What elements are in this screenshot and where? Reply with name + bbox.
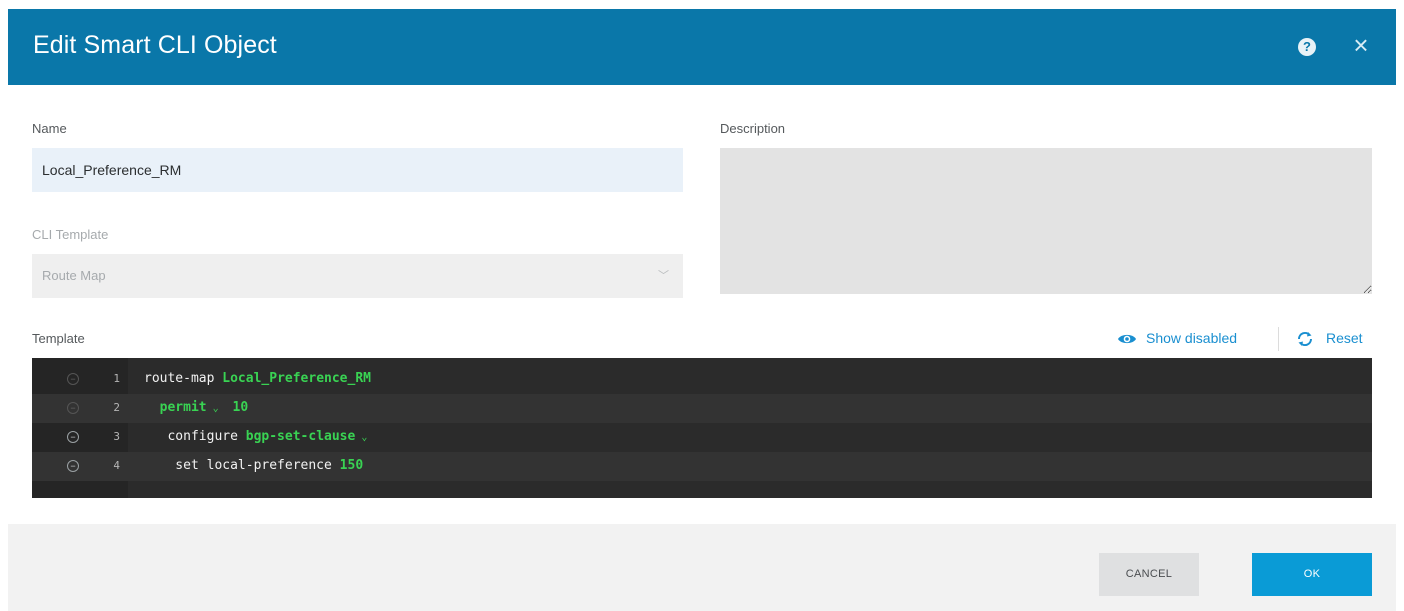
name-label: Name (32, 121, 67, 136)
code-line: − 4 set local-preference 150 (32, 452, 1372, 481)
code-line: − 2 permit ⌄ 10 (32, 394, 1372, 423)
bgp-set-clause-dropdown[interactable]: bgp-set-clause (246, 429, 356, 444)
cli-template-value: Route Map (42, 268, 106, 283)
dialog-title: Edit Smart CLI Object (33, 31, 277, 59)
question-circle-icon[interactable]: ? (1298, 38, 1316, 56)
show-disabled-link[interactable]: Show disabled (1146, 330, 1237, 346)
cli-template-label: CLI Template (32, 227, 109, 242)
fold-toggle-icon[interactable]: − (67, 402, 79, 414)
code-text: route-map Local_Preference_RM (144, 371, 371, 386)
fold-toggle-icon[interactable]: − (67, 460, 79, 472)
dialog-header: Edit Smart CLI Object ? × (8, 9, 1396, 85)
local-preference-value[interactable]: 150 (340, 458, 363, 473)
line-number: 4 (113, 459, 120, 472)
description-label: Description (720, 121, 786, 136)
line-number: 3 (113, 430, 120, 443)
ok-button[interactable]: OK (1252, 553, 1372, 596)
fold-toggle-icon[interactable]: − (67, 373, 79, 385)
chevron-down-icon: ﹀ (658, 270, 669, 282)
name-input[interactable] (32, 148, 683, 192)
template-label: Template (32, 331, 85, 346)
chevron-down-icon[interactable]: ⌄ (207, 403, 225, 414)
action-divider (1278, 327, 1279, 351)
cli-template-select: Route Map ﹀ (32, 254, 683, 298)
cancel-button[interactable]: CANCEL (1099, 553, 1199, 596)
chevron-down-icon[interactable]: ⌄ (355, 432, 367, 443)
close-icon[interactable]: × (1347, 31, 1375, 59)
reset-icon[interactable] (1296, 330, 1314, 348)
code-line: − 1 route-map Local_Preference_RM (32, 365, 1372, 394)
line-number: 1 (113, 372, 120, 385)
template-code-editor[interactable]: − 1 route-map Local_Preference_RM − 2 pe… (32, 358, 1372, 498)
reset-link[interactable]: Reset (1326, 330, 1363, 346)
fold-toggle-icon[interactable]: − (67, 431, 79, 443)
code-text: configure bgp-set-clause ⌄ (144, 429, 368, 444)
code-text: set local-preference 150 (144, 458, 364, 473)
permit-dropdown[interactable]: permit (160, 400, 207, 415)
code-text: permit ⌄ 10 (159, 400, 249, 415)
code-line: − 3 configure bgp-set-clause ⌄ (32, 423, 1372, 452)
edit-smart-cli-object-dialog: Edit Smart CLI Object ? × Name CLI Templ… (8, 9, 1396, 611)
description-textarea[interactable] (720, 148, 1372, 294)
eye-icon[interactable] (1117, 332, 1137, 346)
line-number: 2 (113, 401, 120, 414)
